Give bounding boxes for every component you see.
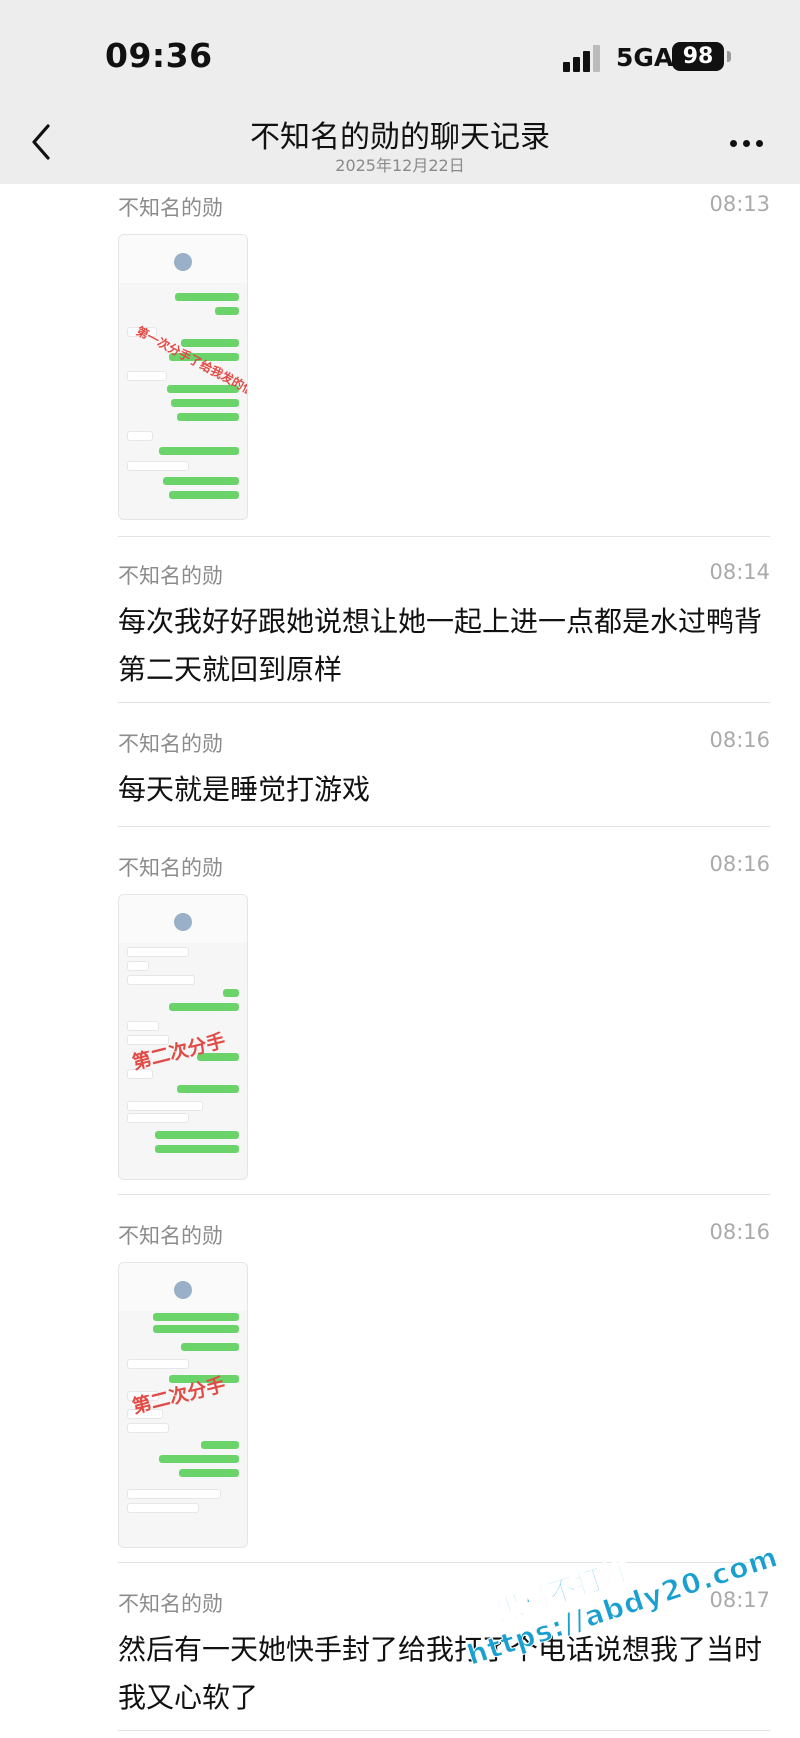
message-time: 08:14: [709, 560, 770, 584]
list-item: 不知名的勋 08:14 每次我好好跟她说想让她一起上进一点都是水过鸭背第二天就回…: [118, 560, 770, 690]
divider: [118, 536, 770, 537]
divider: [118, 1562, 770, 1563]
avatar: [174, 1281, 192, 1299]
status-time: 09:36: [105, 36, 213, 75]
message-sender: 不知名的勋: [118, 564, 223, 588]
list-item: 不知名的勋 08:16 第二次分手: [118, 1220, 770, 1560]
image-thumbnail[interactable]: 第二次分手: [118, 1262, 248, 1548]
network-type: 5GA: [616, 43, 674, 72]
page-title: 不知名的勋的聊天记录: [250, 120, 550, 155]
avatar: [174, 913, 192, 931]
list-item: 不知名的勋 08:17 然后有一天她快手封了给我打了个电话说想我了当时我又心软了: [118, 1588, 770, 1718]
message-time: 08:16: [709, 1220, 770, 1244]
page-subtitle-date: 2025年12月22日: [335, 156, 465, 175]
message-time: 08:17: [709, 1588, 770, 1612]
nav-bar: 不知名的勋的聊天记录 2025年12月22日: [0, 100, 800, 184]
list-item: 不知名的勋 08:13 第一次分手了给我发的信息: [118, 192, 770, 522]
divider: [118, 1730, 770, 1731]
message-text: 然后有一天她快手封了给我打了个电话说想我了当时我又心软了: [118, 1633, 763, 1714]
image-thumbnail[interactable]: 第二次分手: [118, 894, 248, 1180]
list-item: 不知名的勋 08:16 每天就是睡觉打游戏: [118, 728, 770, 818]
divider: [118, 702, 770, 703]
message-sender: 不知名的勋: [118, 732, 223, 756]
message-time: 08:16: [709, 852, 770, 876]
more-horizontal-icon[interactable]: [730, 138, 766, 150]
message-text: 每次我好好跟她说想让她一起上进一点都是水过鸭背第二天就回到原样: [118, 605, 763, 686]
message-text: 每天就是睡觉打游戏: [118, 773, 371, 806]
message-sender: 不知名的勋: [118, 1592, 223, 1616]
message-sender: 不知名的勋: [118, 1224, 223, 1248]
message-time: 08:16: [709, 728, 770, 752]
stamp-text: 第二次分手: [130, 1029, 228, 1075]
avatar: [174, 253, 192, 271]
signal-icon: [563, 44, 605, 72]
message-sender: 不知名的勋: [118, 196, 223, 220]
battery-icon: 98: [672, 42, 724, 71]
divider: [118, 826, 770, 827]
status-bar: 09:36 5GA 98: [0, 0, 800, 100]
list-item: 不知名的勋 08:16 第二次分手: [118, 852, 770, 1192]
battery-tip: [727, 51, 731, 62]
message-sender: 不知名的勋: [118, 856, 223, 880]
message-time: 08:13: [709, 192, 770, 216]
image-thumbnail[interactable]: 第一次分手了给我发的信息: [118, 234, 248, 520]
divider: [118, 1194, 770, 1195]
